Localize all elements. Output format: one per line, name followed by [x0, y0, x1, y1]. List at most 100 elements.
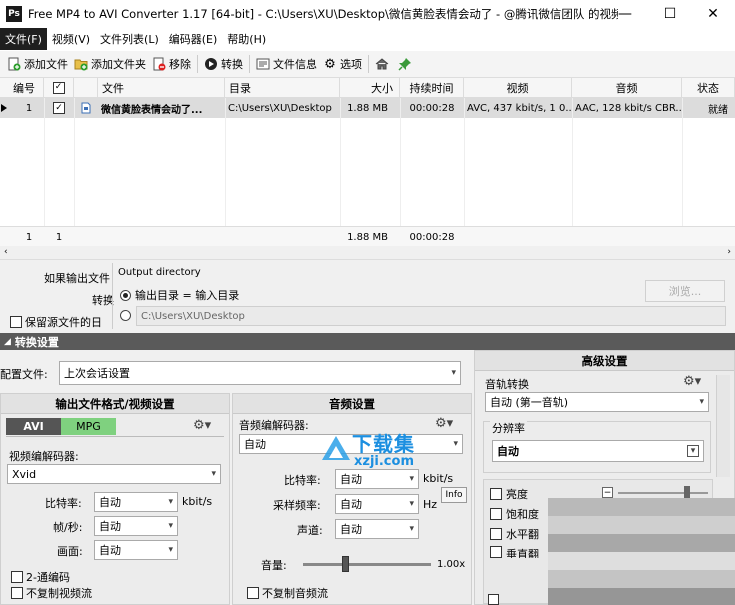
no-copy-video-label: 不复制视频流	[26, 587, 92, 600]
pin-icon	[398, 57, 412, 71]
no-copy-video-checkbox[interactable]: 不复制视频流	[11, 585, 92, 601]
keep-date-box[interactable]	[10, 316, 22, 328]
row-audio: AAC, 128 kbit/s CBR...	[575, 102, 682, 114]
menu-video[interactable]: 视频(V)	[47, 28, 95, 50]
hflip-checkbox[interactable]: 水平翻	[490, 526, 539, 542]
chevron-down-icon: ▾	[168, 545, 173, 555]
grid-line	[682, 98, 683, 226]
maximize-button[interactable]: ☐	[648, 0, 692, 27]
browse-button[interactable]: 浏览...	[645, 280, 725, 302]
mosaic-tile	[710, 516, 728, 534]
custom-dir-radio[interactable]	[120, 310, 131, 324]
no-copy-audio-box[interactable]	[247, 587, 259, 599]
tab-mpg[interactable]: MPG	[61, 418, 116, 435]
output-equals-input-radio[interactable]: 输出目录 = 输入目录	[120, 287, 239, 303]
advanced-gear-icon[interactable]: ⚙▾	[683, 374, 701, 389]
samplerate-label: 采样频率:	[273, 499, 321, 512]
convert-settings-header[interactable]: ◢ 转换设置	[0, 333, 735, 350]
saturation-box[interactable]	[490, 508, 502, 520]
frame-size-select[interactable]: 自动 ▾	[94, 540, 178, 560]
mosaic-tile	[584, 588, 602, 605]
col-directory[interactable]: 目录	[225, 78, 340, 98]
twopass-box[interactable]	[11, 571, 23, 583]
vflip-checkbox[interactable]: 垂直翻	[490, 546, 539, 558]
grid-line	[400, 98, 401, 226]
file-info-button[interactable]: 文件信息	[253, 53, 320, 75]
col-audio[interactable]: 音频	[572, 78, 682, 98]
convert-button[interactable]: 转换	[201, 53, 246, 75]
fps-select[interactable]: 自动 ▾	[94, 516, 178, 536]
col-status[interactable]: 状态	[682, 78, 735, 98]
col-check[interactable]: ✓	[44, 78, 74, 98]
no-copy-audio-checkbox[interactable]: 不复制音频流	[247, 585, 328, 601]
row-checkbox[interactable]: ✓	[53, 102, 65, 114]
col-number[interactable]: 编号	[0, 78, 44, 98]
channels-select[interactable]: 自动 ▾	[335, 519, 419, 539]
twopass-checkbox[interactable]: 2-通编码	[11, 569, 70, 585]
menu-encoder[interactable]: 编码器(E)	[164, 28, 223, 50]
horizontal-scrollbar[interactable]: ‹ ›	[0, 246, 735, 260]
mosaic-tile	[728, 516, 735, 534]
video-bitrate-select[interactable]: 自动 ▾	[94, 492, 178, 512]
home-button[interactable]	[372, 53, 395, 75]
no-copy-video-box[interactable]	[11, 587, 23, 599]
saturation-checkbox[interactable]: 饱和度	[490, 506, 539, 522]
col-video[interactable]: 视频	[464, 78, 572, 98]
options-button[interactable]: ⚙ 选项	[320, 53, 365, 75]
remove-button[interactable]: 移除	[149, 53, 194, 75]
col-file[interactable]: 文件	[98, 78, 225, 98]
add-folder-button[interactable]: 添加文件夹	[71, 53, 149, 75]
row-checkbox-cell[interactable]: ✓	[44, 98, 74, 118]
footer-size: 1.88 MB	[347, 231, 388, 243]
brightness-checkbox[interactable]: 亮度	[490, 486, 528, 502]
radio-off[interactable]	[120, 310, 131, 321]
add-file-button[interactable]: 添加文件	[4, 53, 71, 75]
volume-value: 1.00x	[437, 559, 466, 570]
video-gear-icon[interactable]: ⚙▾	[193, 418, 211, 433]
menu-file[interactable]: 文件(F)	[0, 28, 47, 50]
menu-help[interactable]: 帮助(H)	[222, 28, 271, 50]
collapse-icon[interactable]: ◢	[4, 337, 11, 347]
brightness-slider-thumb[interactable]	[684, 486, 690, 498]
table-row[interactable]: 1 ✓ 微信黄脸表情会动了... C:\Users\XU\Desktop 1.8…	[0, 98, 735, 118]
mosaic-tile	[566, 570, 584, 588]
watermark-logo: 下载集 xzji.com	[318, 428, 468, 478]
advanced-scrollbar[interactable]	[716, 375, 730, 477]
info-button[interactable]: Info	[441, 487, 467, 503]
grid-line	[572, 98, 573, 226]
pin-button[interactable]	[395, 53, 418, 75]
col-size[interactable]: 大小	[340, 78, 400, 98]
extra-checkbox[interactable]	[488, 594, 499, 605]
close-button[interactable]: ✕	[691, 0, 735, 27]
brightness-decrease-button[interactable]: −	[602, 487, 613, 498]
keep-date-checkbox[interactable]: 保留源文件的日	[10, 314, 102, 330]
video-codec-select[interactable]: Xvid ▾	[7, 464, 221, 484]
hflip-box[interactable]	[490, 528, 502, 540]
scroll-right-icon[interactable]: ›	[727, 247, 731, 257]
resolution-select[interactable]: 自动 ▾	[492, 440, 704, 462]
samplerate-select[interactable]: 自动 ▾	[335, 494, 419, 514]
profile-select[interactable]: 上次会话设置 ▾	[59, 361, 461, 385]
output-path-field[interactable]: C:\Users\XU\Desktop	[136, 306, 726, 326]
audio-track-select[interactable]: 自动 (第一音轨) ▾	[485, 392, 709, 412]
resolution-value: 自动	[497, 445, 519, 458]
tab-avi[interactable]: AVI	[6, 418, 61, 435]
chevron-down-icon: ▾	[409, 499, 414, 509]
radio-label: 输出目录 = 输入目录	[135, 289, 240, 302]
brightness-slider[interactable]	[618, 492, 708, 494]
mosaic-tile	[710, 498, 728, 516]
vflip-box[interactable]	[490, 546, 502, 558]
mosaic-tile	[620, 552, 638, 570]
mosaic-tile	[548, 498, 566, 516]
radio-on[interactable]	[120, 289, 131, 301]
minimize-button[interactable]: —	[603, 0, 647, 27]
menu-filelist[interactable]: 文件列表(L)	[95, 28, 164, 50]
volume-slider-thumb[interactable]	[342, 556, 350, 572]
brightness-box[interactable]	[490, 488, 502, 500]
header-checkbox[interactable]: ✓	[52, 81, 65, 94]
scroll-left-icon[interactable]: ‹	[4, 247, 8, 257]
volume-slider-track[interactable]	[303, 563, 431, 566]
col-duration[interactable]: 持续时间	[400, 78, 464, 98]
add-file-icon	[7, 57, 21, 71]
vflip-label: 垂直翻	[506, 548, 539, 558]
